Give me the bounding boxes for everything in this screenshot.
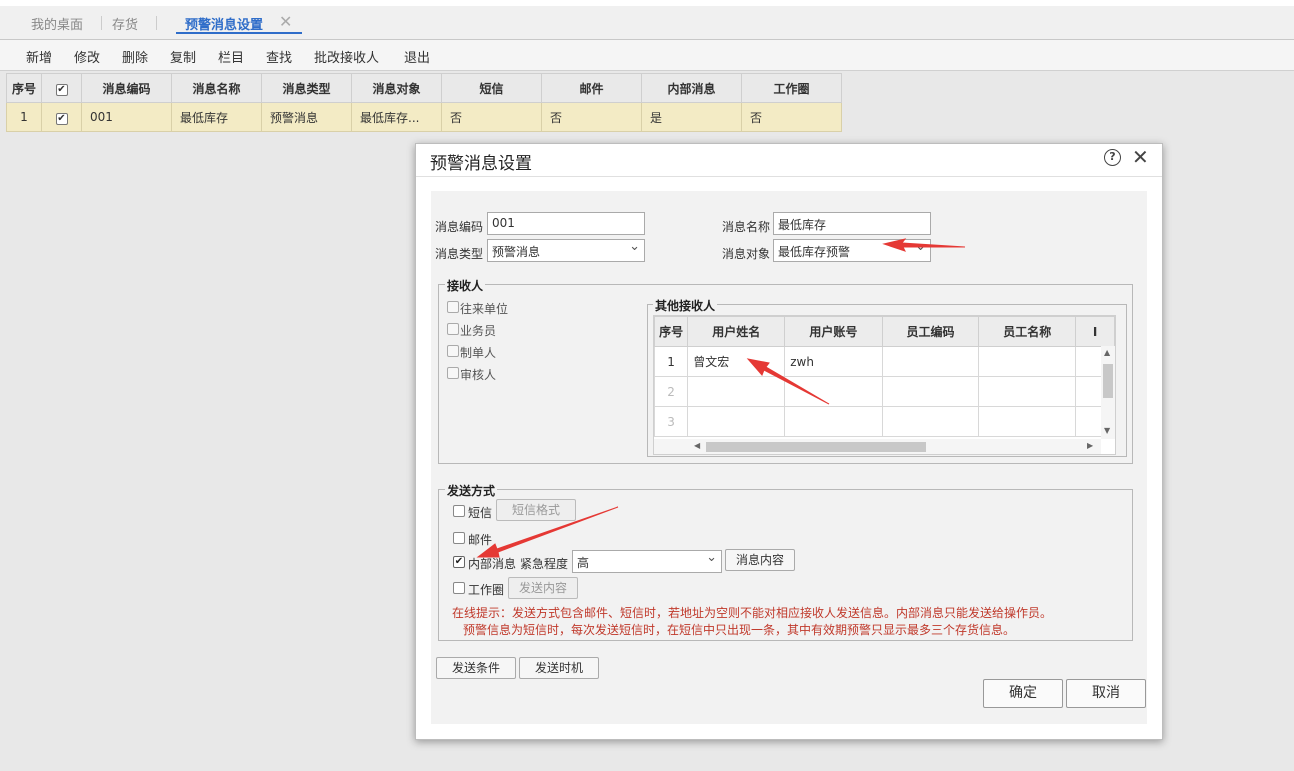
arrow-to-internal-icon — [476, 506, 619, 558]
annotation-arrows — [476, 238, 966, 558]
arrow-to-user-icon — [746, 358, 830, 405]
arrow-to-object-icon — [882, 238, 966, 252]
